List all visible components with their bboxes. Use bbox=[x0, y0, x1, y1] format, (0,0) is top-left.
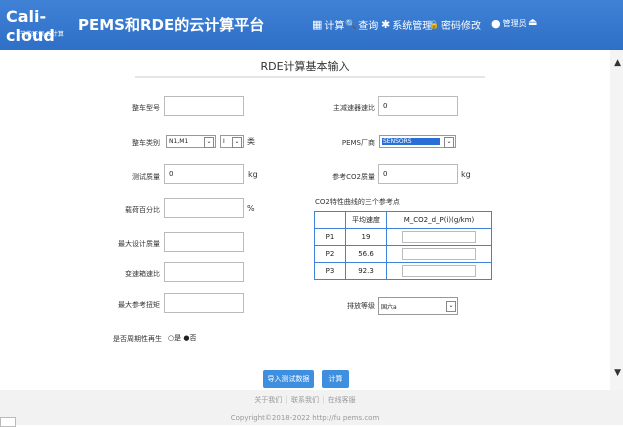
calculate-button[interactable]: 计算 bbox=[322, 370, 349, 388]
nav-label: 查询 bbox=[358, 21, 379, 32]
table-row: P2 56.6 bbox=[314, 245, 492, 263]
select-value: N1,M1 bbox=[169, 138, 189, 145]
table-row: P1 19 bbox=[314, 228, 492, 246]
select-value: SENSORS bbox=[382, 138, 440, 145]
vehicle-model-label: 整车型号 bbox=[132, 104, 160, 112]
title-divider bbox=[135, 76, 485, 78]
row-speed: 19 bbox=[345, 228, 387, 246]
max-ref-torque-label: 最大参考扭矩 bbox=[118, 301, 160, 309]
nav-change-password[interactable]: 🔒 密码修改 bbox=[429, 17, 481, 32]
footer-link-support[interactable]: 在线客服 bbox=[328, 396, 356, 404]
user-icon: ● bbox=[491, 17, 501, 30]
nav-label: 系统管理 bbox=[392, 21, 433, 32]
periodic-regen-label: 是否周期性再生 bbox=[113, 335, 162, 343]
main-reducer-label: 主减速器速比 bbox=[333, 104, 375, 112]
row-name: P2 bbox=[314, 245, 346, 263]
import-test-data-button[interactable]: 导入测试数据 bbox=[263, 370, 314, 388]
scroll-up-icon[interactable]: ▲ bbox=[614, 58, 621, 68]
scroll-down-icon[interactable]: ▼ bbox=[614, 368, 621, 378]
row-speed: 56.6 bbox=[345, 245, 387, 263]
copyright-text: Copyright©2018-2022 http://fu pems.com bbox=[230, 414, 380, 422]
nav-label: 计算 bbox=[324, 21, 345, 32]
logo-text: Cali-cloud bbox=[6, 7, 55, 45]
vehicle-subclass-select[interactable]: I ⌄ bbox=[220, 135, 244, 148]
row-name: P1 bbox=[314, 228, 346, 246]
radio-no[interactable]: ●否 bbox=[183, 334, 196, 342]
nav-label: 密码修改 bbox=[440, 21, 481, 32]
footer-separator: │ bbox=[321, 396, 326, 404]
chevron-down-icon: ⌄ bbox=[446, 301, 456, 312]
p1-co2-input[interactable] bbox=[402, 231, 476, 243]
ref-co2-mass-unit: kg bbox=[461, 170, 471, 179]
pems-vendor-select[interactable]: SENSORS ⌄ bbox=[379, 135, 456, 148]
chevron-down-icon: ⌄ bbox=[232, 137, 242, 148]
row-name: P3 bbox=[314, 262, 346, 280]
vehicle-model-input[interactable] bbox=[164, 96, 244, 116]
nav-calculate[interactable]: ▦ 计算 bbox=[312, 17, 344, 32]
radio-no-label: 否 bbox=[189, 334, 197, 342]
main-reducer-input[interactable]: 0 bbox=[378, 96, 458, 116]
test-mass-input[interactable]: 0 bbox=[164, 164, 244, 184]
max-ref-torque-input[interactable] bbox=[164, 293, 244, 313]
top-header: Cali-cloud 节能环保·云计算 PEMS和RDE的云计算平台 ▦ 计算 … bbox=[0, 0, 623, 50]
load-pct-unit: % bbox=[247, 204, 255, 213]
gearbox-ratio-input[interactable] bbox=[164, 262, 244, 282]
test-mass-unit: kg bbox=[248, 170, 258, 179]
emission-level-label: 排放等级 bbox=[347, 302, 375, 310]
search-icon: 🔍 bbox=[345, 19, 357, 30]
co2-input-cell bbox=[386, 245, 492, 263]
radio-yes[interactable]: ○是 bbox=[168, 334, 181, 342]
footer-links: 关于我们 │ 联系我们 │ 在线客服 bbox=[0, 395, 610, 405]
footer-link-contact[interactable]: 联系我们 bbox=[291, 396, 319, 404]
footer-link-about[interactable]: 关于我们 bbox=[254, 396, 282, 404]
radio-yes-label: 是 bbox=[174, 334, 182, 342]
nav-system-settings[interactable]: ✱ 系统管理 bbox=[381, 17, 432, 32]
ref-co2-mass-input[interactable]: 0 bbox=[378, 164, 458, 184]
periodic-regen-radio-group: ○是 ●否 bbox=[168, 333, 196, 343]
pems-vendor-label: PEMS厂商 bbox=[341, 139, 375, 147]
table-header: 平均速度 bbox=[345, 211, 387, 229]
vehicle-class-label: 整车类别 bbox=[132, 139, 160, 147]
table-row: P3 92.3 bbox=[314, 262, 492, 280]
chevron-down-icon: ⌄ bbox=[204, 137, 214, 148]
calculator-icon: ▦ bbox=[312, 18, 323, 31]
load-pct-input[interactable] bbox=[164, 198, 244, 218]
vehicle-class-select[interactable]: N1,M1 ⌄ bbox=[166, 135, 216, 148]
logout-icon[interactable]: ⏏ bbox=[528, 17, 537, 28]
select-value: 国六a bbox=[381, 304, 397, 311]
co2-reference-table: 平均速度 M_CO2_d_P(i)(g/km) P1 19 P2 56.6 P3… bbox=[314, 211, 492, 280]
app-title: PEMS和RDE的云计算平台 bbox=[78, 16, 265, 34]
test-mass-label: 测试质量 bbox=[132, 173, 160, 181]
ref-co2-mass-label: 参考CO2质量 bbox=[332, 173, 375, 181]
table-header: M_CO2_d_P(i)(g/km) bbox=[386, 211, 492, 229]
vehicle-class-suffix: 类 bbox=[247, 137, 255, 146]
row-speed: 92.3 bbox=[345, 262, 387, 280]
co2-input-cell bbox=[386, 228, 492, 246]
footer-separator: │ bbox=[284, 396, 289, 404]
table-header bbox=[314, 211, 346, 229]
p3-co2-input[interactable] bbox=[402, 265, 476, 277]
nav-query[interactable]: 🔍 查询 bbox=[345, 17, 379, 33]
gearbox-ratio-label: 变速箱速比 bbox=[125, 270, 160, 278]
chevron-down-icon: ⌄ bbox=[444, 137, 454, 148]
co2-input-cell bbox=[386, 262, 492, 280]
max-design-mass-input[interactable] bbox=[164, 232, 244, 252]
corner-widget[interactable] bbox=[0, 417, 16, 427]
lock-icon: 🔒 bbox=[429, 20, 439, 29]
co2-table-title: CO2特性曲线的三个参考点 bbox=[315, 198, 400, 206]
page-title: RDE计算基本输入 bbox=[260, 60, 350, 73]
select-value: I bbox=[223, 138, 225, 145]
user-menu[interactable]: ● 管理员 bbox=[491, 17, 527, 30]
gear-icon: ✱ bbox=[381, 18, 391, 31]
max-design-mass-label: 最大设计质量 bbox=[118, 240, 160, 248]
emission-level-select[interactable]: 国六a ⌄ bbox=[378, 297, 458, 315]
p2-co2-input[interactable] bbox=[402, 248, 476, 260]
logo-subtext: 节能环保·云计算 bbox=[20, 31, 64, 38]
logo: Cali-cloud 节能环保·云计算 bbox=[6, 7, 76, 45]
load-pct-label: 载荷百分比 bbox=[125, 206, 160, 214]
scrollbar[interactable] bbox=[610, 50, 623, 390]
user-label: 管理员 bbox=[502, 19, 527, 28]
table-header-row: 平均速度 M_CO2_d_P(i)(g/km) bbox=[314, 211, 492, 229]
